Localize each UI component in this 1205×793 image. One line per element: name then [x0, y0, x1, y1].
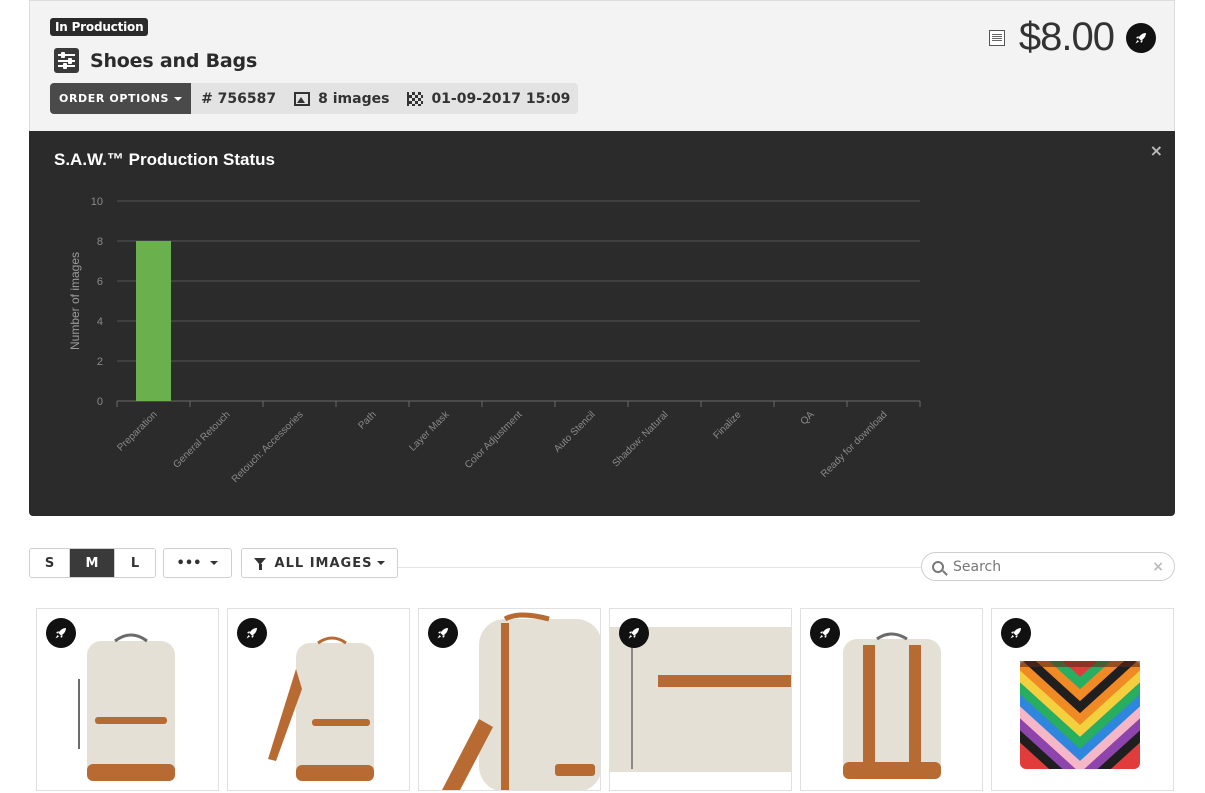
rocket-icon — [428, 618, 458, 648]
image-thumbnail[interactable] — [36, 608, 219, 791]
order-price: $8.00 — [1018, 15, 1115, 59]
x-tick-label: General Retouch — [171, 409, 232, 470]
image-thumbnail[interactable] — [991, 608, 1174, 791]
x-tick-label: Path — [356, 409, 378, 431]
order-meta-bar: ORDER OPTIONS # 756587 8 images 01-09-20… — [50, 83, 579, 114]
order-number: # 756587 — [191, 91, 284, 107]
x-tick-label: Preparation — [115, 409, 159, 453]
more-options-label: ••• — [176, 555, 202, 571]
rocket-icon — [619, 618, 649, 648]
toolbar-divider — [398, 567, 923, 568]
x-tick-label: Retouch: Accessories — [230, 409, 306, 485]
order-title: Shoes and Bags — [90, 49, 258, 72]
deadline-text: 01-09-2017 15:09 — [431, 90, 571, 107]
y-tick-label: 10 — [91, 196, 103, 208]
y-tick-label: 8 — [97, 236, 103, 248]
sliders-icon — [54, 48, 79, 73]
checkered-flag-icon — [407, 91, 424, 106]
search-box: × — [921, 552, 1175, 581]
filter-label: ALL IMAGES — [274, 555, 373, 571]
y-tick-label: 4 — [97, 316, 103, 328]
x-tick-label: Finalize — [711, 409, 743, 441]
image-thumbnail[interactable] — [418, 608, 601, 791]
production-status-chart: 0 2 4 6 8 10 Number of images Preparation Genera… — [68, 196, 921, 485]
caret-down-icon — [377, 561, 386, 565]
size-large-button[interactable]: L — [115, 549, 155, 577]
status-badge: In Production — [50, 18, 149, 36]
filter-button[interactable]: ALL IMAGES — [241, 548, 398, 578]
order-options-label: ORDER OPTIONS — [59, 92, 170, 105]
y-tick-label: 6 — [97, 276, 103, 288]
order-number-text: # 756587 — [201, 90, 277, 107]
y-axis-label: Number of images — [68, 252, 82, 350]
x-tick-label: Ready for download — [819, 409, 890, 480]
deadline: 01-09-2017 15:09 — [397, 91, 578, 107]
invoice-icon[interactable] — [988, 29, 1005, 46]
rocket-icon — [1126, 22, 1156, 53]
image-count: 8 images — [284, 91, 397, 107]
x-tick-label: Shadow: Natural — [611, 409, 671, 469]
rocket-icon — [1001, 618, 1031, 648]
more-options-button[interactable]: ••• — [163, 548, 232, 578]
y-tick-label: 2 — [97, 356, 103, 368]
price-area: $8.00 — [988, 15, 1156, 60]
caret-down-icon — [174, 96, 183, 101]
search-icon — [932, 560, 944, 573]
size-small-button[interactable]: S — [30, 549, 70, 577]
rocket-icon — [46, 618, 76, 648]
image-thumbnail[interactable] — [609, 608, 792, 791]
thumbnail-size-group: S M L — [29, 548, 156, 578]
x-tick-label: Color Adjustment — [463, 409, 525, 471]
caret-down-icon — [210, 561, 219, 565]
x-tick-label: Auto Stencil — [552, 409, 598, 455]
close-icon[interactable]: × — [1150, 141, 1163, 160]
bar — [136, 241, 171, 401]
x-tick-label: Layer Mask — [407, 409, 452, 454]
y-tick-label: 0 — [97, 396, 103, 408]
image-thumbnail[interactable] — [800, 608, 983, 791]
filter-icon — [253, 558, 266, 570]
rocket-icon — [810, 618, 840, 648]
search-input[interactable] — [953, 558, 1143, 575]
order-title-row: Shoes and Bags — [54, 48, 257, 73]
image-icon — [294, 91, 311, 106]
production-status-panel: 0 2 4 6 8 10 Number of images Preparation Genera… — [29, 131, 1175, 516]
image-count-text: 8 images — [318, 90, 390, 107]
image-thumbnail[interactable] — [227, 608, 410, 791]
order-header: In Production Shoes and Bags ORDER OPTIO… — [29, 0, 1175, 131]
rocket-icon — [237, 618, 267, 648]
size-medium-button[interactable]: M — [70, 549, 115, 577]
x-tick-label: QA — [799, 409, 817, 427]
clear-search-icon[interactable]: × — [1152, 559, 1164, 575]
order-options-button[interactable]: ORDER OPTIONS — [50, 83, 192, 114]
chart-title: S.A.W.™ Production Status — [54, 150, 276, 169]
